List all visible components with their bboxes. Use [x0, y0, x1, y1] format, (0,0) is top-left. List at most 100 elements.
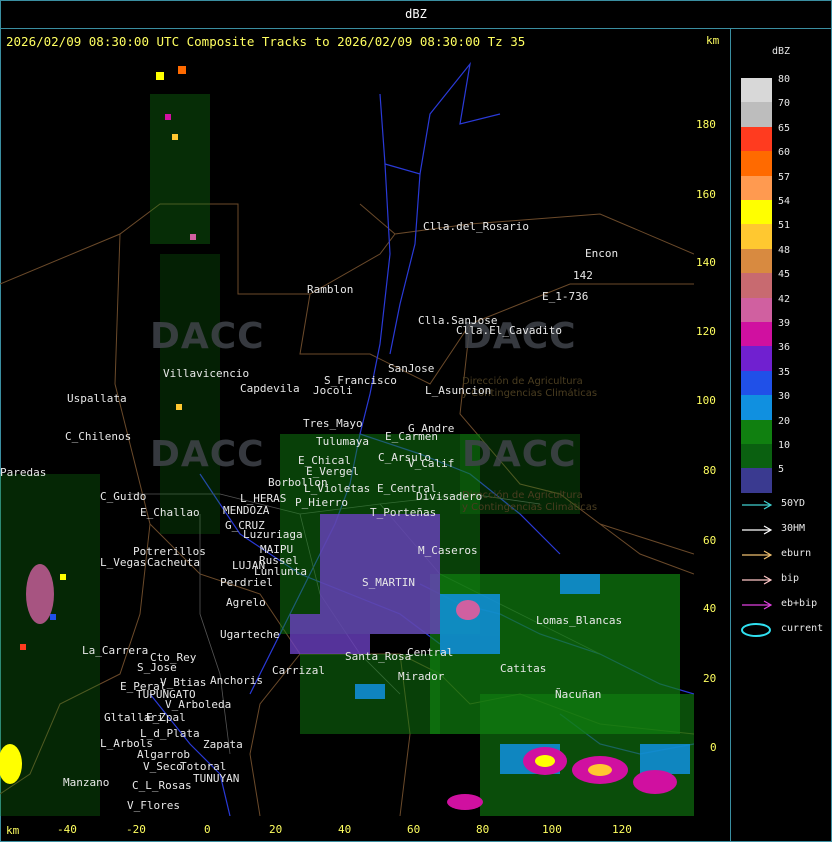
place-label: SanJose [388, 362, 435, 375]
legend-swatch-10 [741, 444, 772, 469]
place-label: Clla.del_Rosario [423, 220, 529, 233]
legend-value-35: 35 [778, 366, 791, 378]
x-tick: 60 [407, 823, 421, 836]
legend-swatch-20 [741, 419, 772, 445]
place-label: S_MARTIN [362, 576, 415, 589]
legend-value-65: 65 [778, 122, 791, 134]
track-arrow-icon [742, 550, 773, 560]
legend-swatch-35 [741, 370, 772, 396]
place-label: V_Arboleda [165, 698, 232, 711]
legend-value-36: 36 [778, 342, 791, 354]
km-unit-top: km [706, 34, 720, 47]
y-tick: 20 [703, 672, 717, 685]
place-label: E_Carmen [385, 430, 438, 443]
place-label: V_Calif [408, 457, 455, 470]
legend-value-54: 54 [778, 196, 791, 207]
place-label: Tulumaya [316, 435, 369, 448]
legend-swatch-57 [741, 175, 772, 201]
x-tick: 120 [612, 823, 632, 836]
legend-value-60: 60 [778, 147, 791, 159]
watermark-line1b: Dirección de Agricultura [462, 490, 583, 501]
place-label: C_Chilenos [65, 430, 132, 443]
legend-value-10: 10 [778, 440, 791, 451]
place-label: Uspallata [67, 392, 127, 405]
place-label: Villavicencio [163, 367, 250, 380]
legend-swatch-30 [741, 395, 772, 421]
watermark-line2b: y Contingencias Climáticas [462, 502, 598, 513]
place-label: Central [407, 646, 454, 659]
track-arrow-icon [742, 575, 773, 585]
x-tick: 0 [204, 823, 211, 836]
y-tick: 160 [696, 188, 716, 201]
place-label: Clla.El_Cavadito [456, 324, 562, 337]
km-unit-bottom: km [6, 824, 20, 837]
watermark-subtitle-2: Dirección de Agricultura y Contingencias… [462, 490, 597, 514]
place-label: V_Seco [143, 760, 183, 773]
place-label: E_Challao [140, 506, 200, 519]
legend-swatch-80 [741, 78, 772, 103]
legend-value-80: 80 [778, 74, 791, 85]
legend-swatch-54 [741, 200, 772, 225]
track-arrow-icon [742, 600, 773, 610]
place-label: Agrelo [226, 596, 266, 609]
legend-value-30: 30 [778, 391, 791, 403]
y-tick: 120 [696, 325, 716, 338]
place-label: Capdevila [240, 382, 300, 395]
composite-header: 2026/02/09 08:30:00 UTC Composite Tracks… [6, 34, 526, 49]
place-label: C_L_Rosas [132, 779, 192, 792]
watermark-logo-4: DACC [462, 434, 577, 475]
radar-map[interactable]: DACC DACC DACC DACC Dirección de Agricul… [0, 54, 694, 816]
legend-swatch-70 [741, 102, 772, 128]
place-label: C_Guido [100, 490, 147, 503]
place-label: T_Porteñas [370, 506, 437, 519]
y-tick: 60 [703, 534, 717, 547]
place-label: Anchoris [210, 674, 263, 687]
place-label: Manzano [63, 776, 110, 789]
x-tick: 20 [269, 823, 283, 836]
y-tick: 100 [696, 394, 716, 407]
x-tick: 100 [542, 823, 562, 836]
legend-value-39: 39 [778, 318, 791, 329]
legend-swatch-42 [741, 297, 772, 323]
y-tick: 40 [703, 602, 717, 615]
legend-value-70: 70 [778, 98, 791, 110]
y-tick: 80 [703, 464, 717, 477]
place-label: Borbollon [268, 476, 328, 489]
track-arrow-icon [742, 525, 773, 535]
legend-swatch-45 [741, 273, 772, 299]
legend-swatch-60 [741, 151, 772, 177]
legend-value-57: 57 [778, 171, 791, 183]
place-label: S_Jose [137, 661, 177, 674]
place-label: TUNUYAN [193, 772, 240, 785]
place-label: Tres_Mayo [303, 417, 363, 430]
legend-swatch-51 [741, 224, 772, 250]
place-label: V_Flores [127, 799, 180, 812]
legend-swatch-48 [741, 248, 772, 274]
place-label: Lomas_Blancas [536, 614, 623, 627]
place-label: Jocoli [313, 384, 353, 397]
place-label: Ramblon [307, 283, 354, 296]
x-tick: -20 [126, 823, 146, 836]
legend-swatch-65 [741, 126, 772, 152]
place-label: E_Zpal [146, 711, 186, 724]
place-label: Carrizal [272, 664, 325, 677]
place-label: Santa_Rosa [345, 650, 412, 663]
y-tick: 0 [710, 741, 717, 754]
legend-value-51: 51 [778, 220, 791, 232]
place-label: 142 [573, 269, 593, 282]
legend-title: dBZ [771, 46, 791, 57]
x-tick: 80 [476, 823, 490, 836]
track-label-bip: bip [781, 573, 800, 584]
place-label: Ugarteche [220, 628, 280, 641]
place-label: Perdriel [220, 576, 273, 589]
track-label-50YD: 50YD [781, 498, 806, 509]
place-label: Zapata [203, 738, 243, 751]
place-label: Cacheuta [147, 556, 200, 569]
place-label: L_Vegas [100, 556, 147, 569]
legend-swatch-39 [741, 322, 772, 347]
place-label: La_Carrera [82, 644, 149, 657]
place-label: Luzuriaga [243, 528, 303, 541]
place-label: M_Caseros [418, 544, 478, 557]
place-label: V_Btias [160, 676, 207, 689]
legend-swatch-36 [741, 346, 772, 372]
